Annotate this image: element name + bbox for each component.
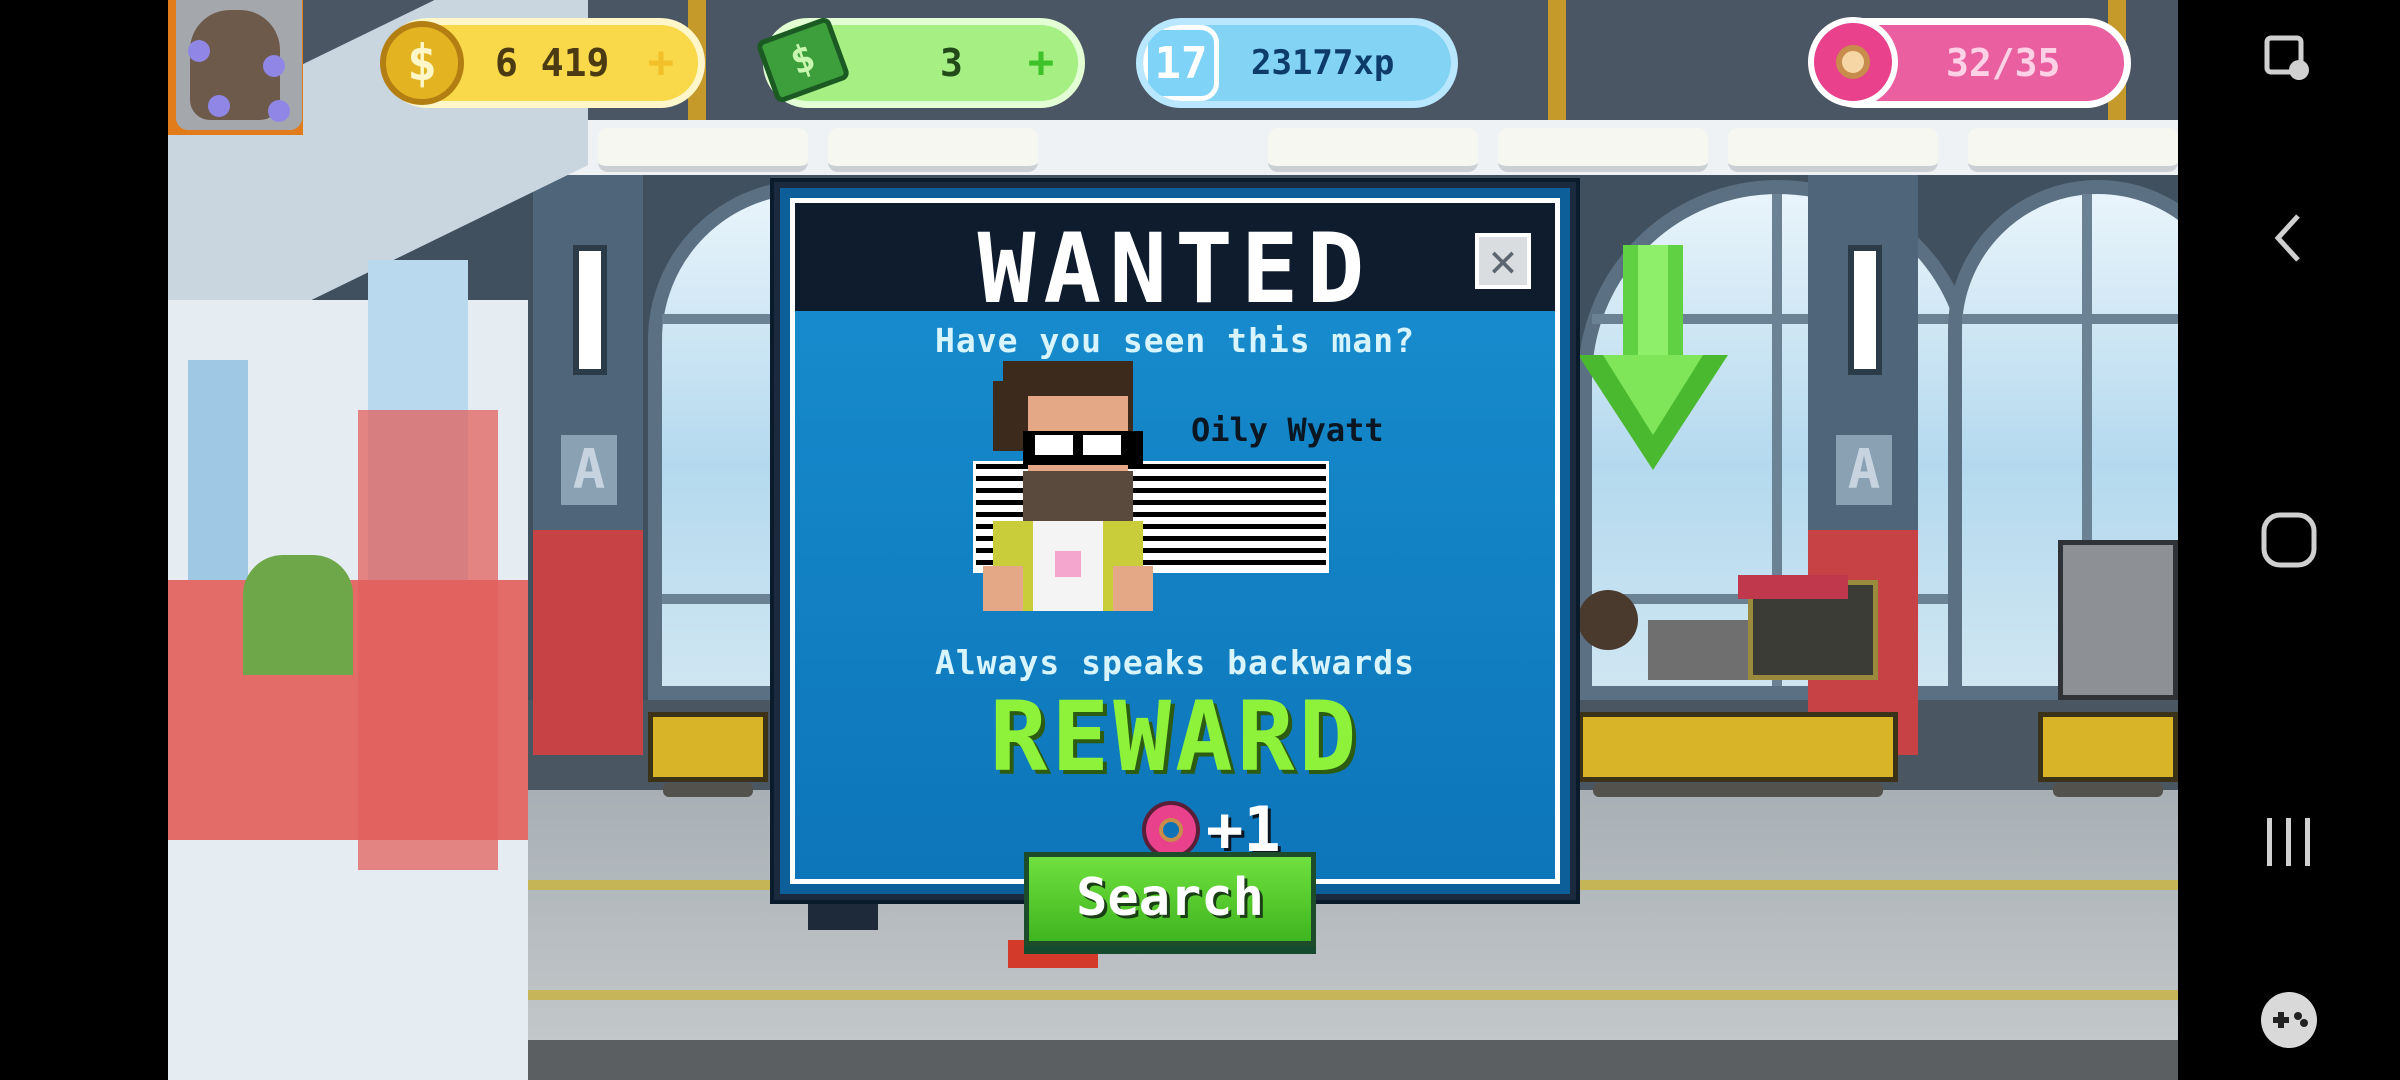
- home-button[interactable]: [2178, 480, 2400, 600]
- wanted-panel: WANTED ✕ Have you seen this man? Oily Wy…: [790, 198, 1560, 884]
- xp-value: 23177xp: [1251, 43, 1395, 83]
- cash-counter[interactable]: $ 3 +: [755, 15, 1085, 108]
- bush: [243, 555, 353, 675]
- wanted-title: WANTED: [977, 213, 1373, 325]
- add-coins-button[interactable]: +: [642, 41, 680, 85]
- system-navigation-bar: [2178, 0, 2400, 1080]
- station-pillar: A: [533, 175, 643, 755]
- level-value: 17: [1154, 37, 1208, 89]
- screenshot-button[interactable]: [2178, 0, 2400, 120]
- train-car[interactable]: [168, 0, 588, 1080]
- wanted-question: Have you seen this man?: [935, 321, 1415, 360]
- ceiling-beam: [1548, 0, 1566, 120]
- donut-icon: [1808, 17, 1898, 107]
- coins-counter[interactable]: $ 6 419 +: [380, 18, 705, 108]
- level-badge-icon: 17: [1143, 25, 1219, 101]
- donuts-value: 32/35: [1946, 41, 2061, 85]
- wanted-header: WANTED ✕: [795, 203, 1555, 325]
- suspect-description: Always speaks backwards: [935, 643, 1415, 682]
- ceiling-light: [1498, 128, 1708, 172]
- coins-value: 6 419: [495, 41, 610, 85]
- cargo-cart[interactable]: [648, 712, 768, 797]
- ceiling-light: [1968, 128, 2178, 172]
- donuts-counter[interactable]: 32/35: [1808, 17, 2131, 108]
- character-feet: [808, 900, 878, 930]
- game-tools-icon: [2261, 992, 2317, 1048]
- add-cash-button[interactable]: +: [1022, 41, 1060, 85]
- home-icon: [2261, 512, 2317, 568]
- back-icon: [2274, 214, 2300, 262]
- cargo-cart[interactable]: [2038, 712, 2178, 797]
- machine-debris: [1578, 590, 1638, 650]
- cash-value: 3: [940, 41, 963, 85]
- back-button[interactable]: [2178, 178, 2400, 298]
- recent-apps-icon: [2267, 818, 2310, 866]
- machine-top: [1738, 575, 1848, 599]
- recent-apps-button[interactable]: [2178, 782, 2400, 902]
- suspect-name: Oily Wyatt: [1191, 411, 1384, 449]
- ceiling-light: [598, 128, 808, 172]
- cargo-cart[interactable]: [1578, 712, 1898, 797]
- search-button[interactable]: Search: [1024, 852, 1316, 946]
- cash-icon: $: [755, 15, 851, 105]
- train-door[interactable]: [358, 410, 498, 870]
- close-button[interactable]: ✕: [1475, 233, 1531, 289]
- xp-counter[interactable]: 17 23177xp: [1136, 18, 1458, 108]
- player-avatar[interactable]: [168, 0, 303, 135]
- wanted-dialog: WANTED ✕ Have you seen this man? Oily Wy…: [774, 182, 1576, 900]
- ceiling-light: [828, 128, 1038, 172]
- reward-title: REWARD: [989, 681, 1361, 793]
- ceiling-light: [1268, 128, 1478, 172]
- arrow-down-icon: [1578, 245, 1728, 470]
- suspect-portrait-icon: [983, 361, 1153, 611]
- screenshot-icon: [2264, 35, 2309, 80]
- ceiling-light: [1728, 128, 1938, 172]
- coin-icon: $: [380, 21, 464, 105]
- game-tools-button[interactable]: [2178, 960, 2400, 1080]
- machine-claw[interactable]: [2058, 540, 2178, 700]
